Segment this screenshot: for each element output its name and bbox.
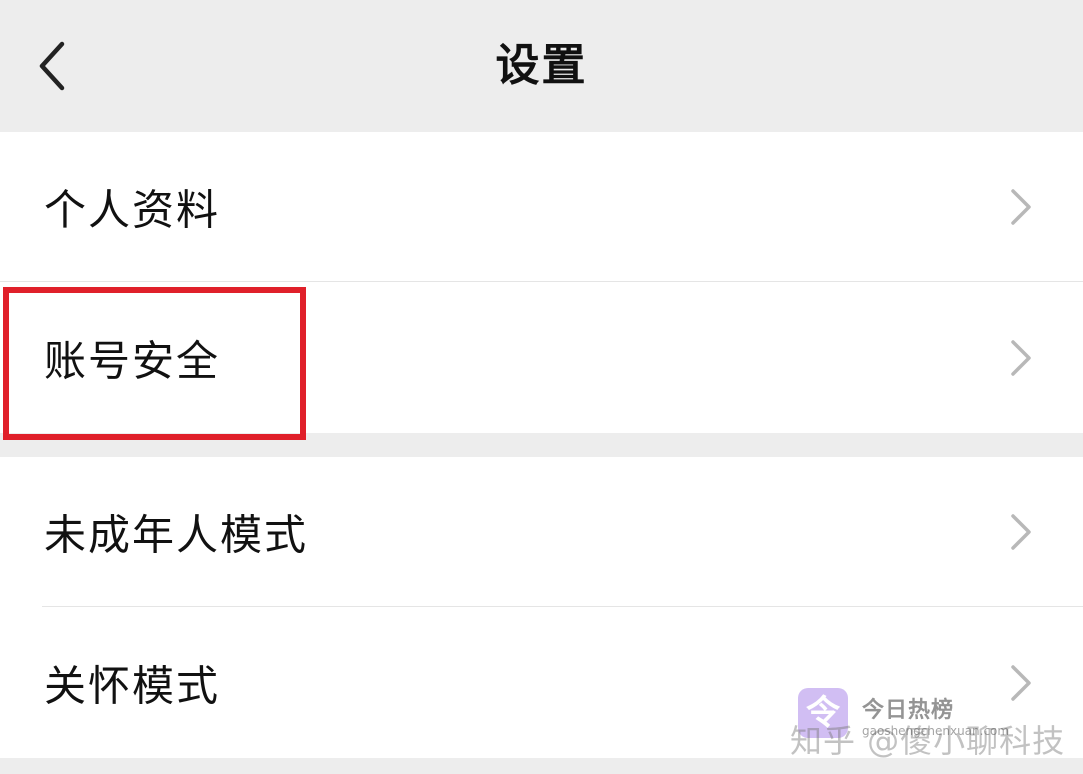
settings-item-label: 未成年人模式 [44,510,309,560]
watermark: 令 今日热榜 知乎 @傻小聊科技 gaoshengchenxuan.com [790,688,1070,760]
watermark-zhihu-text: 知乎 @傻小聊科技 [790,722,1066,760]
settings-item-label: 关怀模式 [44,661,221,710]
settings-item-profile[interactable]: 个人资料 [0,132,1083,282]
page-title: 设置 [495,40,588,91]
chevron-right-icon [1011,514,1031,550]
settings-item-label: 个人资料 [44,185,221,235]
settings-item-minor-mode[interactable]: 未成年人模式 [0,457,1083,607]
chevron-right-icon [1011,339,1031,376]
top-nav-bar: 设置 [0,0,1083,132]
highlight-annotation-box [3,287,306,440]
watermark-url: gaoshengchenxuan.com [862,724,1010,738]
chevron-right-icon [1011,189,1031,225]
